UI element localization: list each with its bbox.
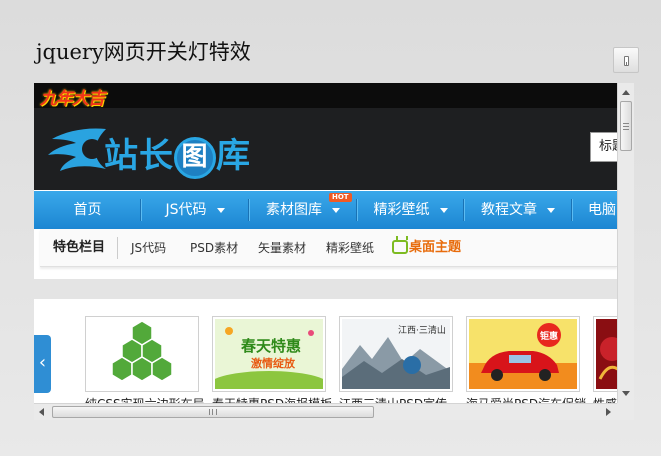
nav-label: 首页	[73, 202, 102, 218]
iframe-viewport: 九年大吉 站长图库 标题 首页 JS代码 素材图库 HOT	[34, 83, 617, 403]
scroll-right-icon[interactable]	[606, 408, 611, 416]
scrollbar-corner	[617, 403, 634, 420]
nav-item-wallpaper[interactable]: 精彩壁纸	[357, 191, 464, 229]
light-switch-icon	[624, 56, 629, 66]
site-logo[interactable]: 站长图库	[104, 128, 251, 179]
thumb2-headline: 春天特惠	[241, 337, 301, 355]
nav-item-tutorials[interactable]: 教程文章	[464, 191, 572, 229]
header-title-tab[interactable]: 标题	[590, 132, 617, 162]
nav-item-home[interactable]: 首页	[34, 191, 141, 229]
horizontal-scroll-thumb[interactable]	[52, 406, 374, 418]
nav-label: 精彩壁纸	[373, 202, 430, 218]
thumb2-subhead: 激情绽放	[251, 356, 296, 370]
nav-label: 电脑	[588, 202, 616, 218]
thumb-card[interactable]: 江西·三清山 江西三清山PSD宣传	[339, 316, 453, 403]
subnav-title: 特色栏目	[53, 240, 106, 255]
topbar-logo[interactable]: 九年大吉	[40, 84, 105, 109]
main-nav: 首页 JS代码 素材图库 HOT 精彩壁纸 教程文章 电脑	[34, 191, 617, 229]
thumb-image[interactable]	[593, 316, 617, 392]
nav-label: 教程文章	[481, 202, 537, 218]
hexagon-grid-image	[88, 319, 196, 389]
thumb-card[interactable]: 性感	[593, 316, 617, 403]
chevron-left-icon: ‹	[38, 352, 47, 373]
logo-text-part1: 站长	[104, 136, 174, 176]
chevron-down-icon	[332, 207, 340, 213]
hot-badge: HOT	[329, 193, 352, 202]
chevron-down-icon	[439, 207, 448, 213]
subnav-item-psd[interactable]: PSD素材	[190, 229, 238, 267]
nav-label: 素材图库	[266, 202, 322, 218]
logo-text-part2: 库	[216, 136, 251, 176]
demo-iframe[interactable]: 九年大吉 站长图库 标题 首页 JS代码 素材图库 HOT	[34, 83, 634, 420]
nav-item-js[interactable]: JS代码	[141, 191, 249, 229]
subnav-item-vector[interactable]: 矢量素材	[258, 229, 306, 267]
thumb-image[interactable]: 钜惠	[466, 316, 580, 392]
grip-icon	[623, 123, 629, 130]
scroll-up-icon[interactable]	[622, 90, 630, 95]
thumb-image[interactable]: 江西·三清山	[339, 316, 453, 392]
site-header: 站长图库 标题	[34, 108, 617, 190]
chevron-down-icon	[547, 207, 555, 213]
scroll-left-icon[interactable]	[39, 408, 44, 416]
thumb-caption[interactable]: 江西三清山PSD宣传	[339, 395, 459, 403]
thumb-card[interactable]: 春天特惠 激情绽放 春天特惠PSD海报模板	[212, 316, 332, 403]
content-band	[34, 279, 617, 299]
vertical-scrollbar[interactable]	[617, 83, 634, 403]
nav-item-materials[interactable]: 素材图库 HOT	[249, 191, 357, 229]
thumb-caption[interactable]: 海马爱尚PSD汽车促销	[466, 395, 586, 403]
logo-circle: 图	[174, 136, 216, 179]
thumb3-title: 江西·三清山	[398, 324, 446, 336]
divider	[117, 237, 118, 259]
chevron-down-icon	[216, 207, 225, 213]
spring-sale-poster-image: 春天特惠 激情绽放	[215, 319, 323, 389]
tv-icon	[392, 240, 408, 254]
subnav-item-wallpaper[interactable]: 精彩壁纸	[326, 229, 374, 267]
thumb-card[interactable]: 纯CSS实现六边形布局	[85, 316, 205, 403]
thumb-caption[interactable]: 春天特惠PSD海报模板	[212, 395, 332, 403]
horizontal-scrollbar[interactable]	[34, 403, 617, 420]
feature-subnav: 特色栏目 JS代码 PSD素材 矢量素材 精彩壁纸 桌面主题	[40, 229, 617, 267]
light-switch-button[interactable]	[613, 47, 639, 73]
thumb-image[interactable]: 春天特惠 激情绽放	[212, 316, 326, 392]
slider-prev-button[interactable]: ‹	[34, 335, 51, 393]
subnav-item-js[interactable]: JS代码	[131, 229, 166, 267]
thumb-image[interactable]	[85, 316, 199, 392]
mountain-poster-image: 江西·三清山	[342, 319, 450, 389]
thumb-caption[interactable]: 纯CSS实现六边形布局	[85, 395, 205, 403]
red-poster-image	[596, 319, 617, 389]
thumb-caption[interactable]: 性感	[593, 395, 617, 403]
flame-logo-icon	[48, 128, 106, 171]
page-title: jquery网页开关灯特效	[36, 40, 251, 64]
nav-label: JS代码	[165, 202, 207, 218]
scroll-down-icon[interactable]	[622, 391, 630, 396]
grip-icon	[209, 409, 217, 415]
thumb-card[interactable]: 钜惠 海马爱尚PSD汽车促销	[466, 316, 586, 403]
subnav-item-theme[interactable]: 桌面主题	[409, 229, 461, 267]
thumb4-badge: 钜惠	[540, 330, 558, 342]
car-promo-poster-image: 钜惠	[469, 319, 577, 389]
nav-item-computer[interactable]: 电脑	[572, 191, 617, 229]
vertical-scroll-thumb[interactable]	[620, 101, 632, 151]
site-topbar: 九年大吉	[34, 83, 617, 109]
